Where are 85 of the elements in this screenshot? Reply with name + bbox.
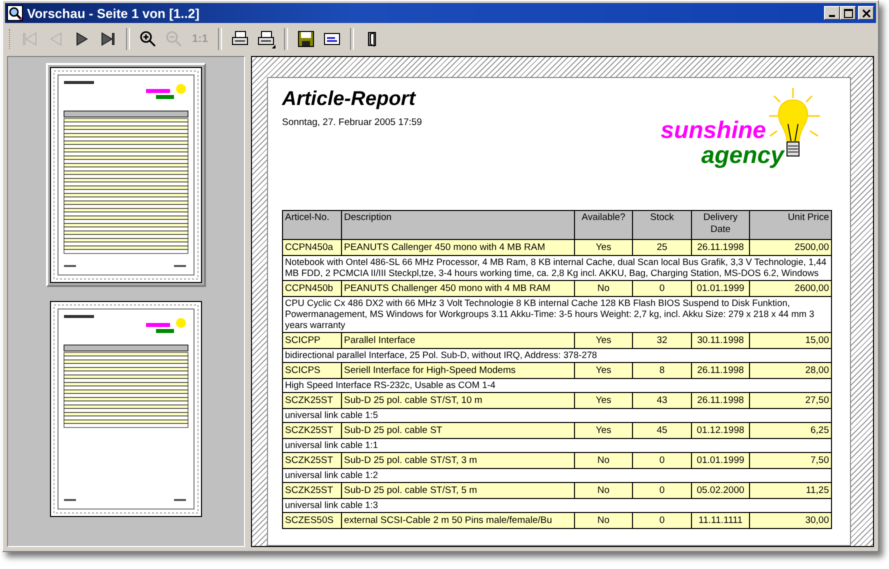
table-cell: Sub-D 25 pol. cable ST/ST, 5 m <box>342 482 574 498</box>
table-cell: 2600,00 <box>750 280 832 296</box>
maximize-icon <box>844 8 852 18</box>
table-cell: 0 <box>632 482 692 498</box>
zoom-out-icon <box>164 29 184 49</box>
table-cell: Yes <box>574 392 632 408</box>
table-cell: 26.11.1998 <box>692 240 750 256</box>
table-cell: 0 <box>632 280 692 296</box>
table-cell: 01.01.1999 <box>692 452 750 468</box>
table-cell: Yes <box>574 332 632 348</box>
column-header: Description <box>342 210 574 240</box>
table-cell: Sub-D 25 pol. cable ST/ST, 10 m <box>342 392 574 408</box>
table-cell: 2500,00 <box>750 240 832 256</box>
table-cell: 26.11.1998 <box>692 392 750 408</box>
report-title: Article-Report <box>282 88 417 111</box>
table-cell: Yes <box>574 362 632 378</box>
details-cell: universal link cable 1:5 <box>282 408 832 422</box>
table-cell: Sub-D 25 pol. cable ST/ST, 3 m <box>342 452 574 468</box>
details-cell: CPU Cyclic Cx 486 DX2 with 66 MHz 3 Volt Technologie 8 KB internal Cache 128 KB Flash BIOS Suspend to Disk Funktion, Powermanagement, MS Windows for Workgroups 3.11 Akku-Time: 3-5 hours Weight: 2,7 kg, incl. Akku Size: 279 x 218 x 44 mm 3 years warranty <box>282 296 832 332</box>
column-header: Stock <box>632 210 692 240</box>
table-cell: 7,50 <box>750 452 832 468</box>
report-date: Sonntag, 27. Februar 2005 17:59 <box>282 117 422 128</box>
table-cell: SCICPP <box>282 332 342 348</box>
details-cell: bidirectional parallel Interface, 25 Pol. Sub-D, without IRQ, Address: 378-278 <box>282 348 832 362</box>
window-title: Vorschau - Seite 1 von [1..2] <box>27 6 200 20</box>
table-cell: 25 <box>632 240 692 256</box>
table-cell: SCZK25ST <box>282 452 342 468</box>
table-cell: No <box>574 280 632 296</box>
table-cell: 11,25 <box>750 482 832 498</box>
table-cell: Yes <box>574 422 632 438</box>
table-cell: No <box>574 512 632 528</box>
table-cell: 43 <box>632 392 692 408</box>
table-cell: 28,00 <box>750 362 832 378</box>
toolbar-grip[interactable] <box>9 29 13 49</box>
table-cell: 27,50 <box>750 392 832 408</box>
print-setup-icon <box>256 29 276 49</box>
table-cell: Yes <box>574 240 632 256</box>
table-cell: SCZK25ST <box>282 422 342 438</box>
table-cell: PEANUTS Challenger 450 mono with 4 MB RAM <box>342 280 574 296</box>
table-cell: 30,00 <box>750 512 832 528</box>
details-cell: universal link cable 1:3 <box>282 498 832 512</box>
table-cell: 01.01.1999 <box>692 280 750 296</box>
table-cell: 0 <box>632 452 692 468</box>
table-cell: 26.11.1998 <box>692 362 750 378</box>
table-cell: SCZES50S <box>282 512 342 528</box>
minimize-button[interactable] <box>824 6 840 20</box>
logo-text: agency <box>701 143 784 168</box>
maximize-button[interactable] <box>840 6 856 20</box>
table-cell: 01.12.1998 <box>692 422 750 438</box>
table-cell: 6,25 <box>750 422 832 438</box>
table-cell: 45 <box>632 422 692 438</box>
table-cell: No <box>574 452 632 468</box>
table-cell: SCZK25ST <box>282 392 342 408</box>
column-header: Available? <box>574 210 632 240</box>
table-cell: Seriell Interface for High-Speed Modems <box>342 362 574 378</box>
details-cell: High Speed Interface RS-232c, Usable as COM 1-4 <box>282 378 832 392</box>
table-cell: 15,00 <box>750 332 832 348</box>
table-cell: SCICPS <box>282 362 342 378</box>
table-cell: Parallel Interface <box>342 332 574 348</box>
table-cell: PEANUTS Callenger 450 mono with 4 MB RAM <box>342 240 574 256</box>
details-cell: Notebook with Ontel 486-SL 66 MHz Processor, 4 MB Ram, 8 KB internal Cache, dual Scan local Bus Grafik, 3,3 V Technologie, 1,44 MB FDD, 2 PCMCIA II/III Steckpl,tze, 3-4 hours working time, ca. 2,8 Kg incl. AKKU, Bag, Charging Station, MS-DOS 6.2, Windows <box>282 256 832 280</box>
minimize-icon <box>829 14 835 16</box>
table-cell: 11.11.1111 <box>692 512 750 528</box>
close-icon <box>862 8 870 18</box>
column-header: Unit Price <box>750 210 832 240</box>
table-cell: CCPN450a <box>282 240 342 256</box>
logo-text: sunshine <box>660 118 766 143</box>
magnifier-icon <box>7 5 23 21</box>
table-cell: 05.02.2000 <box>692 482 750 498</box>
table-cell: 8 <box>632 362 692 378</box>
table-cell: external SCSI-Cable 2 m 50 Pins male/female/Bu <box>342 512 574 528</box>
table-cell: 32 <box>632 332 692 348</box>
table-cell: SCZK25ST <box>282 482 342 498</box>
save-icon <box>296 29 316 49</box>
table-cell: CCPN450b <box>282 280 342 296</box>
column-header: Delivery Date <box>692 210 750 240</box>
table-cell: No <box>574 482 632 498</box>
close-button[interactable] <box>858 6 874 20</box>
zoom-in-icon <box>138 29 158 49</box>
table-cell: 0 <box>632 512 692 528</box>
column-header: Articel-No. <box>282 210 342 240</box>
table-cell: Sub-D 25 pol. cable ST <box>342 422 574 438</box>
details-cell: universal link cable 1:1 <box>282 438 832 452</box>
details-cell: universal link cable 1:2 <box>282 468 832 482</box>
table-cell: 30.11.1998 <box>692 332 750 348</box>
